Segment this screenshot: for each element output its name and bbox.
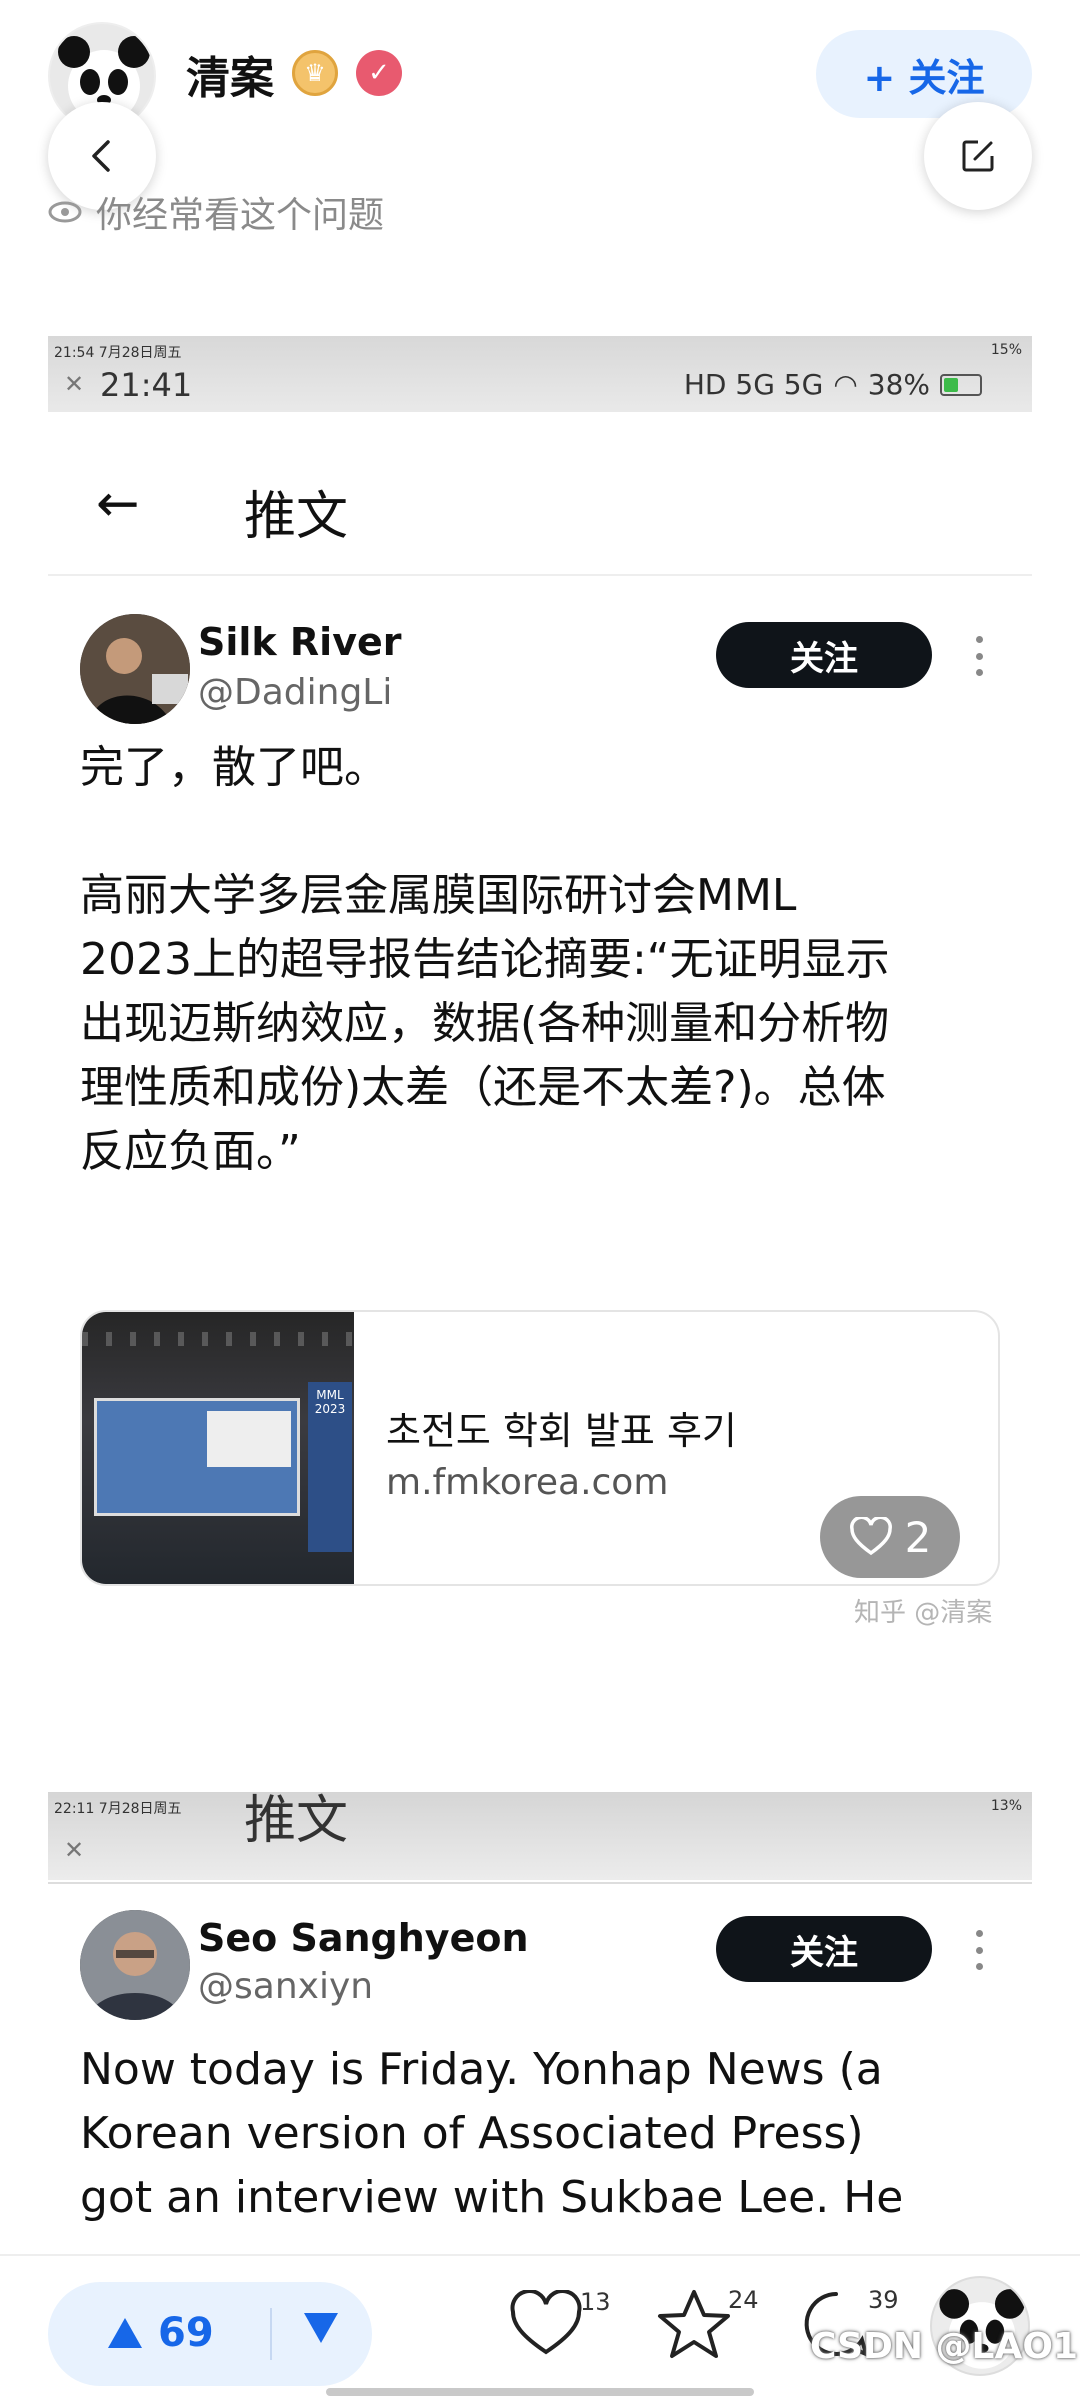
close-icon: ✕	[64, 370, 85, 398]
embedded-screenshot-1[interactable]: 21:54 7月28日周五 15% ✕ 21:41 HD 5G 5G ◠ 38%…	[48, 336, 1032, 1586]
card-url: m.fmkorea.com	[386, 1462, 669, 1503]
back-arrow-icon[interactable]: ←	[96, 474, 140, 534]
battery-icon	[940, 373, 982, 396]
wifi-icon: ◠	[833, 368, 858, 401]
embedded-screenshot-2[interactable]: 22:11 7月28日周五 13% 推文 ✕ Seo Sanghyeon @sa…	[48, 1792, 1032, 2258]
ceiling-lights	[82, 1332, 354, 1346]
collect-button[interactable]: 24	[656, 2286, 759, 2360]
upvote-button[interactable]: 69	[106, 2310, 214, 2356]
tweet-line: 出现迈斯纳效应，数据(各种测量和分析物	[80, 998, 890, 1049]
like-pill[interactable]: 2	[820, 1496, 960, 1578]
tweet-line: 反应负面。”	[80, 1126, 301, 1177]
status-bar: 22:11 7月28日周五 13% 推文 ✕	[48, 1792, 1032, 1880]
tweet-author-name[interactable]: Silk River	[198, 620, 402, 664]
person-photo-icon	[80, 1910, 190, 2020]
status-time: 21:41	[100, 366, 193, 404]
battery-percent: 38%	[867, 368, 930, 401]
vote-divider	[270, 2308, 272, 2360]
edit-icon	[962, 140, 994, 172]
tweet-line: got an interview with Sukbae Lee. He	[80, 2172, 904, 2223]
tweet-line: 2023上的超导报告结论摘要:“无证明显示	[80, 934, 890, 985]
projector-screen	[94, 1398, 300, 1516]
tweet-text: Now today is Friday. Yonhap News (a Kore…	[80, 2038, 1020, 2230]
collect-count: 24	[728, 2286, 759, 2314]
tiny-status-right: 13%	[990, 1798, 1022, 1814]
watermark: 知乎 @清案	[854, 1598, 993, 1628]
back-arrow-icon	[92, 140, 110, 172]
tweet-line: Korean version of Associated Press)	[80, 2108, 864, 2159]
divider	[48, 1882, 1032, 1884]
tweet-author-name[interactable]: Seo Sanghyeon	[198, 1916, 529, 1960]
vote-pill: 69	[48, 2282, 372, 2386]
author-name[interactable]: 清案	[186, 42, 274, 106]
follow-author-button[interactable]: + 关注	[816, 30, 1032, 118]
downvote-icon	[304, 2313, 338, 2343]
card-title: 초전도 학회 발표 후기	[386, 1409, 737, 1453]
tweet-line: 高丽大学多层金属膜国际研讨会MML	[80, 870, 797, 921]
like-count: 2	[904, 1512, 932, 1562]
tweet-line: 理性质和成份)太差（还是不太差?)。总体	[80, 1062, 886, 1113]
tweet-author-handle[interactable]: @sanxiyn	[198, 1966, 373, 2007]
often-view-text: 你经常看这个问题	[96, 195, 385, 236]
status-bar: 21:54 7月28日周五 15% ✕ 21:41 HD 5G 5G ◠ 38%	[48, 336, 1032, 412]
post-header: ← 推文	[48, 436, 1032, 576]
card-thumbnail: MML 2023	[82, 1312, 354, 1584]
conference-banner: MML 2023	[308, 1382, 352, 1552]
eye-icon	[48, 201, 82, 223]
like-button[interactable]: 13	[508, 2288, 611, 2358]
person-photo-icon	[80, 614, 190, 724]
star-icon	[658, 2290, 730, 2358]
signal-icon: HD 5G 5G	[683, 368, 824, 401]
heart-icon	[849, 1517, 892, 1556]
write-answer-button[interactable]	[924, 102, 1032, 210]
home-indicator[interactable]	[326, 2388, 754, 2396]
tweet-author-handle[interactable]: @DadingLi	[198, 672, 392, 713]
more-dots-icon[interactable]	[974, 636, 984, 676]
status-right: HD 5G 5G ◠ 38%	[684, 368, 982, 401]
upvote-icon	[108, 2318, 142, 2348]
close-icon: ✕	[64, 1836, 85, 1864]
overlay-watermark: CSDN @LAO1	[810, 2326, 1079, 2367]
bottom-action-bar: 69 13 24 39 CSDN @LAO1	[0, 2254, 1080, 2400]
crown-badge-icon: ♛	[292, 50, 338, 96]
heart-icon	[510, 2290, 582, 2355]
downvote-button[interactable]	[302, 2306, 340, 2355]
tiny-status-right: 15%	[990, 342, 1022, 358]
tweet-avatar[interactable]	[80, 1910, 190, 2020]
page-title: 推文	[244, 1792, 349, 1851]
tweet-line	[80, 800, 1020, 864]
comment-count: 39	[868, 2286, 899, 2314]
more-dots-icon[interactable]	[974, 1930, 984, 1970]
tweet-avatar[interactable]	[80, 614, 190, 724]
tweet-follow-button[interactable]: 关注	[716, 1916, 932, 1982]
tweet-follow-button[interactable]: 关注	[716, 622, 932, 688]
tiny-status-left: 21:54 7月28日周五	[54, 345, 182, 361]
often-view-note: 你经常看这个问题	[48, 186, 384, 238]
upvote-count: 69	[158, 2310, 214, 2356]
like-count: 13	[580, 2288, 611, 2316]
page-title: 推文	[244, 487, 349, 547]
tweet-line: 完了，散了吧。	[80, 742, 388, 793]
tiny-status-left: 22:11 7月28日周五	[54, 1801, 182, 1817]
verified-badge-icon: ✓	[356, 50, 402, 96]
tweet-line: Now today is Friday. Yonhap News (a	[80, 2044, 883, 2095]
tweet-text: 完了，散了吧。 高丽大学多层金属膜国际研讨会MML 2023上的超导报告结论摘要…	[80, 736, 1020, 1184]
